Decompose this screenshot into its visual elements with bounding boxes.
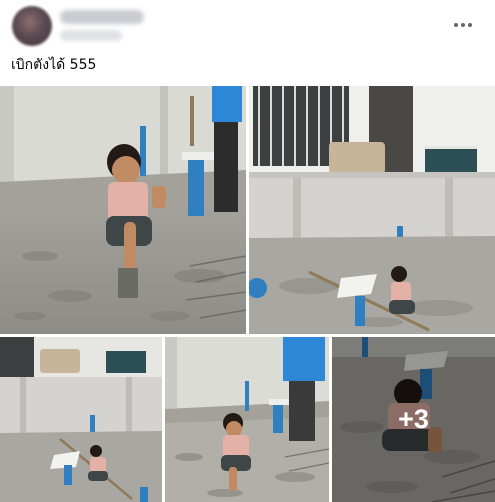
photo-4-image <box>165 337 329 502</box>
more-photos-count: +3 <box>398 404 429 434</box>
post-header <box>0 0 495 52</box>
photo-3-image <box>0 337 162 502</box>
more-options-button[interactable] <box>445 10 481 40</box>
photo-4[interactable] <box>165 337 329 502</box>
author-name-blurred[interactable] <box>60 10 144 24</box>
photo-1[interactable] <box>0 86 246 334</box>
photo-3[interactable] <box>0 337 162 502</box>
photo-grid: +3 <box>0 84 495 502</box>
post-timestamp-blurred[interactable] <box>60 30 122 41</box>
photo-5-more[interactable]: +3 <box>332 337 495 502</box>
photo-1-image <box>0 86 246 334</box>
photo-2[interactable] <box>249 86 495 334</box>
more-horizontal-dots-icon <box>454 23 472 27</box>
photo-2-image <box>249 86 495 334</box>
author-avatar[interactable] <box>12 6 52 46</box>
post-caption: เบิกตังได้ 555 <box>11 57 97 73</box>
more-photos-overlay: +3 <box>332 337 495 502</box>
